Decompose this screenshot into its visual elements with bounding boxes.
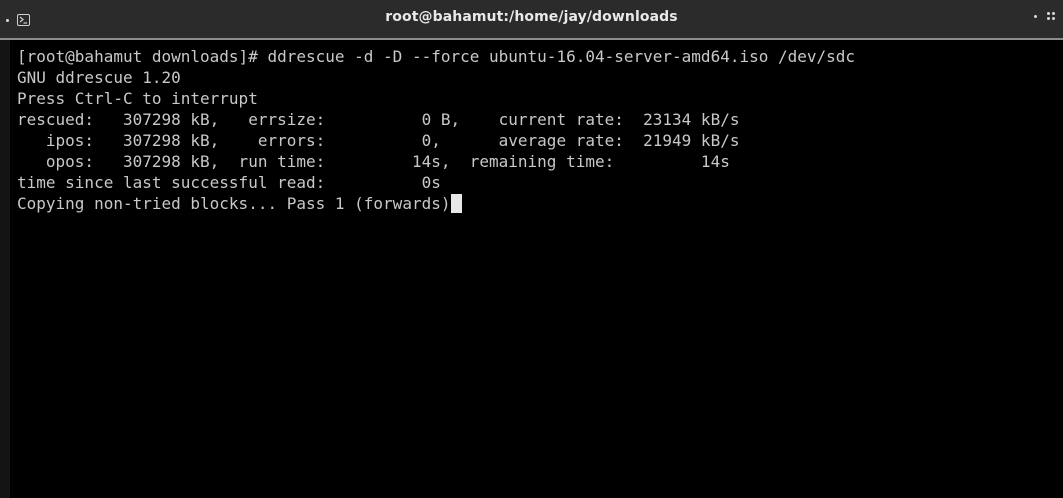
terminal-line-opos: opos: 307298 kB, run time: 14s, remainin… (17, 152, 730, 171)
grip-icon[interactable] (1047, 12, 1055, 20)
title-bar[interactable]: root@bahamut:/home/jay/downloads (0, 0, 1063, 40)
window-title: root@bahamut:/home/jay/downloads (385, 9, 678, 25)
terminal-line-command: [root@bahamut downloads]# ddrescue -d -D… (17, 47, 856, 66)
terminal-window: root@bahamut:/home/jay/downloads [root@b… (0, 0, 1063, 498)
terminal-line-ipos: ipos: 307298 kB, errors: 0, average rate… (17, 131, 740, 150)
minimize-dot-icon[interactable] (1034, 14, 1037, 18)
terminal-line-rescued: rescued: 307298 kB, errsize: 0 B, curren… (17, 110, 740, 129)
terminal-line-version: GNU ddrescue 1.20 (17, 68, 181, 87)
terminal-line-last-read: time since last successful read: 0s (17, 173, 441, 192)
terminal-line-interrupt-hint: Press Ctrl-C to interrupt (17, 89, 258, 108)
terminal-line-status: Copying non-tried blocks... Pass 1 (forw… (17, 193, 1063, 214)
title-bar-right (1034, 12, 1055, 20)
terminal-output[interactable]: [root@bahamut downloads]# ddrescue -d -D… (0, 40, 1063, 498)
text-cursor (451, 194, 463, 213)
status-text: Copying non-tried blocks... Pass 1 (forw… (17, 194, 451, 213)
